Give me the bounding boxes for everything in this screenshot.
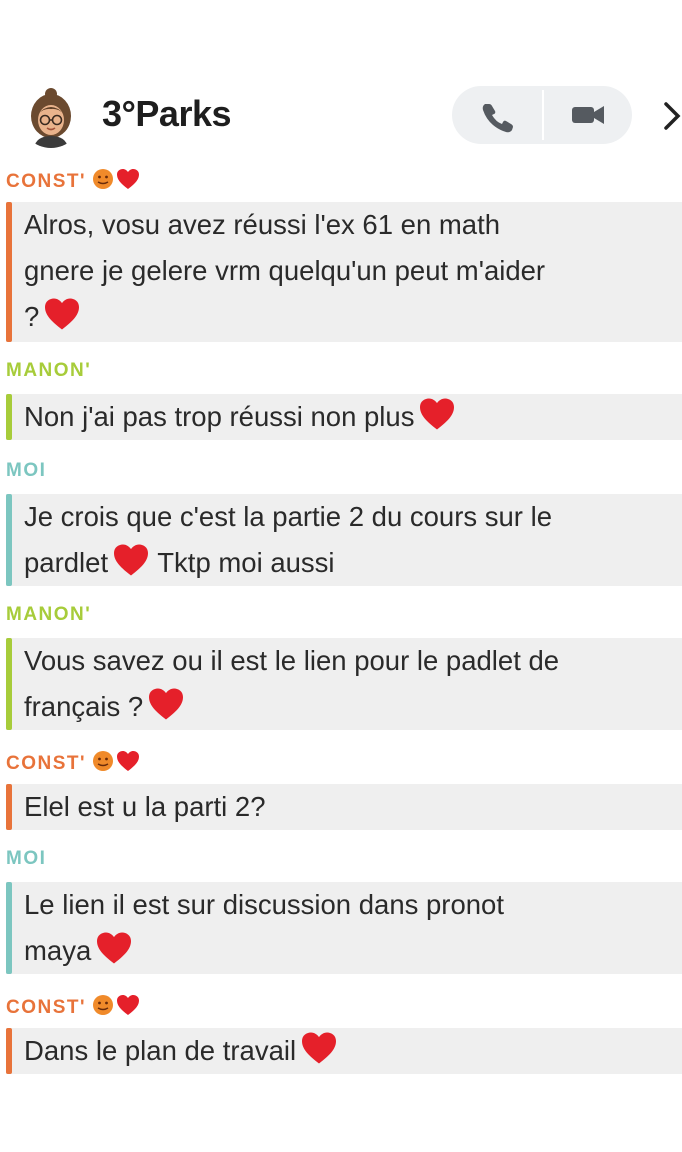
voice-call-button[interactable]	[452, 86, 542, 144]
sender-name: CONST'	[6, 171, 87, 192]
face-emoji-icon	[92, 168, 114, 196]
message-bubble[interactable]: Dans le plan de travail	[6, 1028, 682, 1074]
chat-title: 3°Parks	[102, 93, 232, 134]
sender-label: MOI	[6, 848, 46, 870]
sender-color-bar	[6, 202, 12, 342]
chevron-right-icon[interactable]	[660, 96, 682, 136]
message-text: Dans le plan de travail	[24, 1028, 682, 1079]
sender-name: MOI	[6, 848, 47, 869]
sender-color-bar	[6, 494, 12, 586]
call-controls	[452, 86, 632, 144]
heart-emoji-icon	[112, 543, 150, 591]
message-bubble[interactable]: Le lien il est sur discussion dans prono…	[6, 882, 682, 974]
sender-name: MANON'	[6, 360, 92, 381]
message-text: Elel est u la parti 2?	[24, 791, 266, 822]
message-text: Alros, vosu avez réussi l'ex 61 en math …	[24, 202, 682, 345]
heart-emoji-icon	[116, 750, 140, 778]
sender-label: MOI	[6, 460, 46, 482]
heart-emoji-icon	[300, 1031, 338, 1079]
sender-name: MOI	[6, 460, 47, 481]
video-call-button[interactable]	[544, 86, 632, 144]
chat-header: 3°Parks	[0, 78, 682, 154]
heart-emoji-icon	[116, 168, 140, 196]
heart-emoji-icon	[418, 397, 456, 445]
message-text: Non j'ai pas trop réussi non plus	[24, 394, 682, 445]
sender-color-bar	[6, 784, 12, 830]
sender-label: CONST'	[6, 750, 140, 778]
heart-emoji-icon	[116, 994, 140, 1022]
sender-label: MANON'	[6, 604, 91, 626]
sender-label: CONST'	[6, 168, 140, 196]
message-text: Je crois que c'est la partie 2 du cours …	[24, 494, 682, 591]
sender-color-bar	[6, 1028, 12, 1074]
message-bubble[interactable]: Non j'ai pas trop réussi non plus	[6, 394, 682, 440]
sender-color-bar	[6, 394, 12, 440]
sender-label: CONST'	[6, 994, 140, 1022]
sender-color-bar	[6, 882, 12, 974]
message-bubble[interactable]: Alros, vosu avez réussi l'ex 61 en math …	[6, 202, 682, 342]
heart-emoji-icon	[147, 687, 185, 735]
message-bubble[interactable]: Vous savez ou il est le lien pour le pad…	[6, 638, 682, 730]
video-camera-icon	[572, 106, 604, 124]
face-emoji-icon	[92, 750, 114, 778]
message-bubble[interactable]: Je crois que c'est la partie 2 du cours …	[6, 494, 682, 586]
message-bubble[interactable]: Elel est u la parti 2?	[6, 784, 682, 830]
group-avatar[interactable]	[20, 86, 82, 148]
phone-icon	[482, 104, 513, 133]
sender-color-bar	[6, 638, 12, 730]
message-text: Le lien il est sur discussion dans prono…	[24, 882, 682, 979]
sender-name: CONST'	[6, 997, 87, 1018]
message-text: Vous savez ou il est le lien pour le pad…	[24, 638, 682, 735]
sender-name: MANON'	[6, 604, 92, 625]
heart-emoji-icon	[95, 931, 133, 979]
sender-name: CONST'	[6, 753, 87, 774]
face-emoji-icon	[92, 994, 114, 1022]
sender-label: MANON'	[6, 360, 91, 382]
heart-emoji-icon	[43, 297, 81, 345]
